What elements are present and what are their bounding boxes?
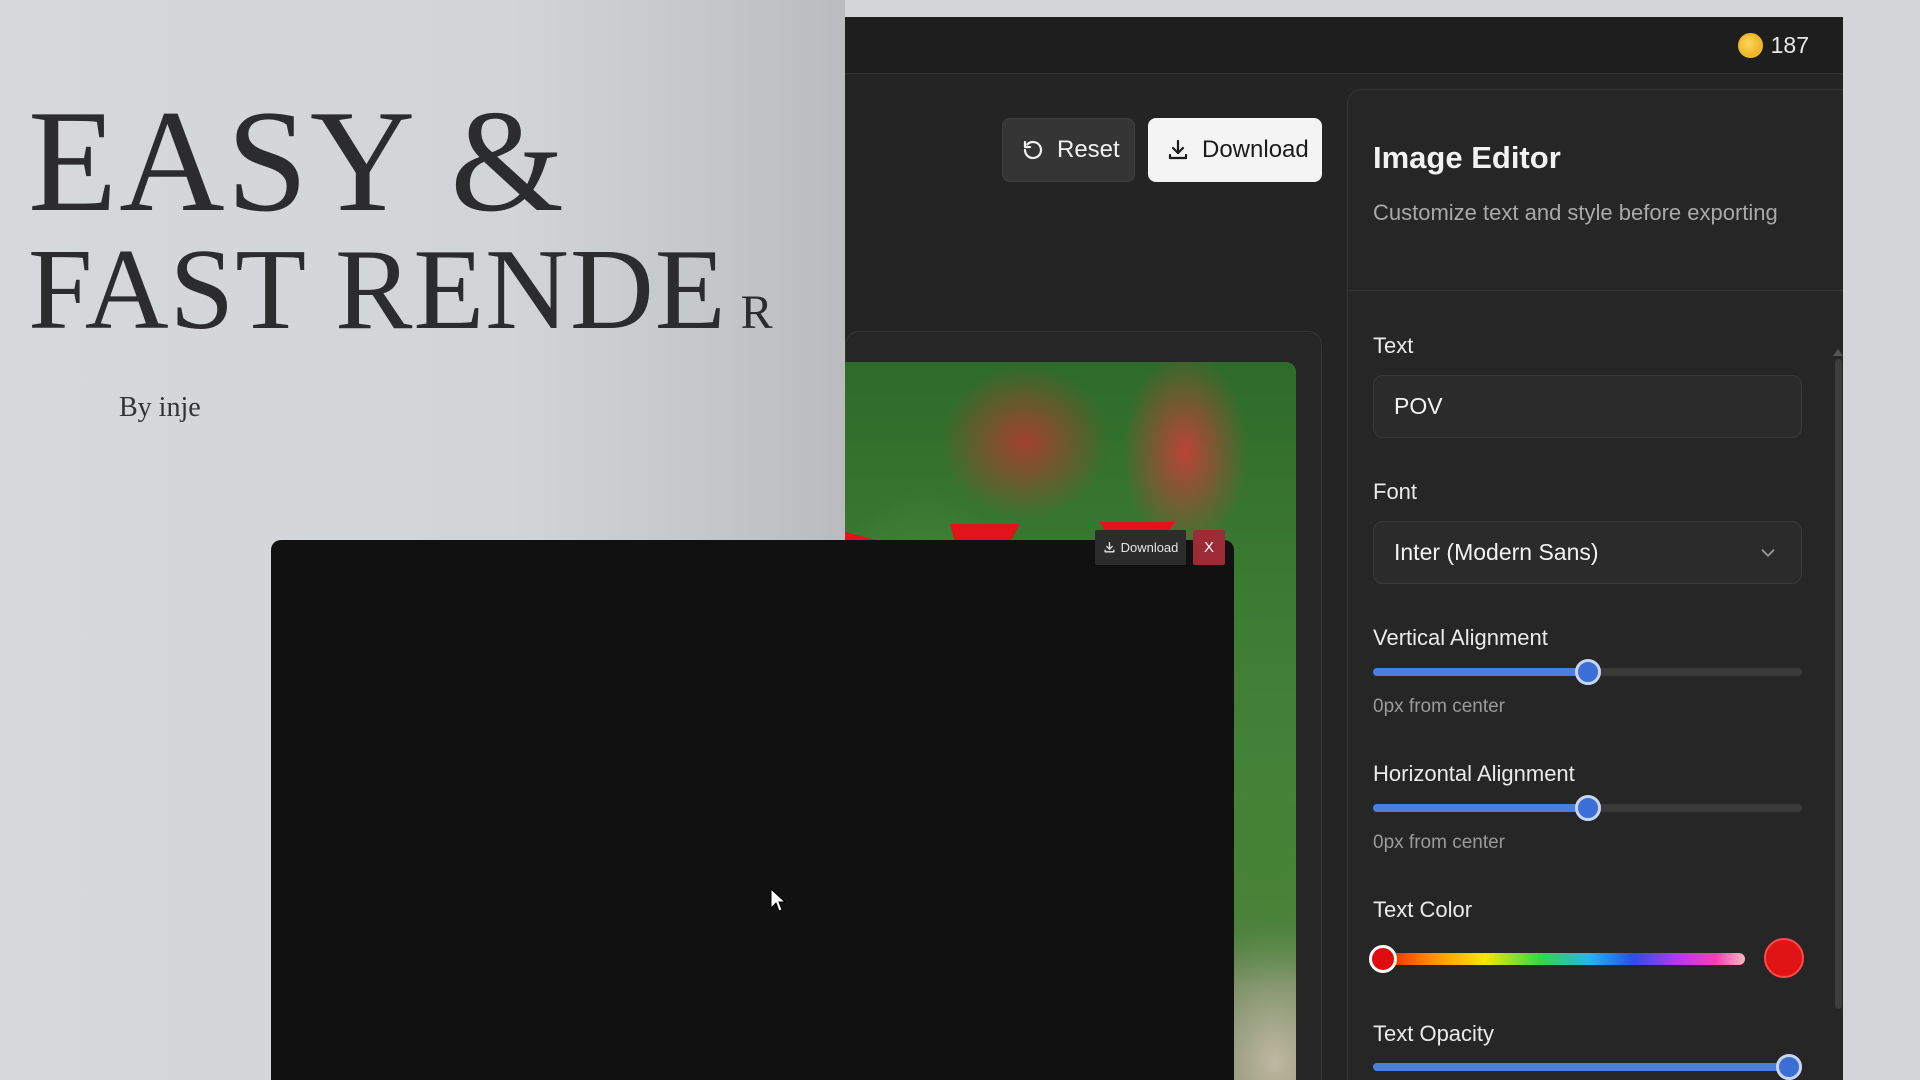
editor-panel: Image Editor Customize text and style be… [1347, 89, 1843, 1080]
reset-button-label: Reset [1057, 136, 1120, 163]
vertical-alignment-label: Vertical Alignment [1373, 625, 1548, 650]
download-button-label: Download [1202, 136, 1309, 163]
reset-button[interactable]: Reset [1002, 118, 1135, 182]
modal-download-label: Download [1120, 540, 1179, 555]
horizontal-slider-handle[interactable] [1574, 795, 1601, 821]
vertical-slider-fill [1373, 668, 1588, 676]
text-opacity-label: Text Opacity [1373, 1021, 1495, 1046]
font-label: Font [1373, 479, 1418, 504]
text-label: Text [1373, 333, 1414, 358]
download-button[interactable]: Download [1148, 118, 1322, 182]
editor-subtitle: Customize text and style before exportin… [1373, 200, 1778, 225]
hero-byline: By inje [119, 392, 201, 423]
modal-close-button[interactable]: X [1193, 530, 1225, 565]
opacity-slider-fill [1373, 1063, 1802, 1071]
editor-title: Image Editor [1373, 140, 1561, 175]
hero-title-line2-main: FAST RENDE [28, 226, 727, 354]
hue-track [1373, 953, 1745, 965]
render-modal: Download X [271, 530, 1234, 1080]
text-color-hue-slider[interactable] [1369, 943, 1745, 973]
horizontal-slider-fill [1373, 804, 1588, 812]
panel-scrollbar[interactable] [1835, 359, 1842, 1009]
editor-header: Image Editor Customize text and style be… [1348, 90, 1843, 291]
horizontal-alignment-hint: 0px from center [1373, 832, 1505, 853]
horizontal-alignment-slider[interactable] [1373, 793, 1802, 823]
opacity-slider-handle[interactable] [1776, 1054, 1802, 1080]
credits-value: 187 [1770, 32, 1809, 58]
cursor-icon [770, 888, 786, 912]
font-select[interactable]: Inter (Modern Sans) [1373, 521, 1802, 584]
text-input-value: POV [1394, 393, 1443, 419]
text-color-swatch[interactable] [1764, 938, 1804, 978]
text-opacity-slider[interactable] [1373, 1052, 1802, 1080]
hero-title-line2: FAST RENDE R [28, 232, 774, 348]
hero-title-line2-tail: R [740, 286, 774, 339]
text-color-label: Text Color [1373, 897, 1473, 922]
vertical-alignment-slider[interactable] [1373, 657, 1802, 687]
hero-title: EASY & FAST RENDE R [28, 88, 774, 348]
font-select-value: Inter (Modern Sans) [1394, 539, 1599, 565]
top-bar: 187 [845, 17, 1843, 74]
hero-title-line1: EASY & [28, 80, 566, 242]
download-icon [1168, 139, 1188, 160]
coin-icon [1737, 33, 1763, 58]
credits-counter: 187 [1737, 32, 1809, 59]
scroll-up-arrow[interactable] [1833, 349, 1843, 356]
horizontal-alignment-label: Horizontal Alignment [1373, 761, 1575, 786]
download-icon [1104, 541, 1115, 553]
chevron-down-icon [1761, 549, 1775, 557]
text-input[interactable]: POV [1373, 375, 1802, 438]
reset-icon [1023, 140, 1043, 160]
vertical-slider-handle[interactable] [1574, 659, 1601, 685]
modal-download-button[interactable]: Download [1095, 530, 1186, 565]
hue-handle[interactable] [1369, 945, 1397, 973]
vertical-alignment-hint: 0px from center [1373, 696, 1505, 717]
